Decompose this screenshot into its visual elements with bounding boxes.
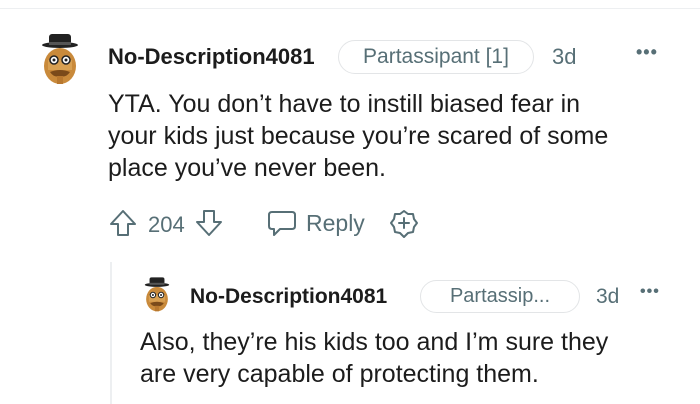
reply-username[interactable]: No-Description4081 [190,285,387,309]
user-flair: Partassipant [1] [338,40,534,74]
reply-label: Reply [306,209,365,236]
top-divider [0,8,700,9]
vote-count: 204 [148,212,185,238]
reply-body-line: are very capable of protecting them. [140,360,539,388]
downvote-icon [194,208,224,238]
award-button[interactable] [388,208,420,240]
reply-more-options-button[interactable]: ••• [640,283,660,301]
reply-icon [266,208,298,238]
upvote-icon [108,208,138,238]
downvote-button[interactable] [194,208,224,238]
thread-line[interactable] [110,262,112,404]
avatar[interactable] [36,32,84,88]
upvote-button[interactable] [108,208,138,238]
comment-body-line: place you’ve never been. [108,154,386,182]
award-icon [388,208,420,240]
comment-body: YTA. You don’t have to instill biased fe… [108,88,608,184]
comment-body-line: YTA. You don’t have to instill biased fe… [108,90,581,118]
timestamp[interactable]: 3d [552,44,576,70]
username[interactable]: No-Description4081 [108,44,315,70]
comment-body-line: your kids just because you’re scared of … [108,122,609,150]
vote-count-label: 204 [148,212,185,237]
reply-user-flair: Partassip... [420,280,580,313]
reply-avatar[interactable] [140,276,174,314]
reply-body-line: Also, they’re his kids too and I’m sure … [140,328,609,356]
more-options-button[interactable]: ••• [636,42,658,63]
reply-button[interactable]: Reply [266,208,365,238]
reply-timestamp[interactable]: 3d [596,285,619,309]
avatar-icon [42,34,78,84]
avatar-icon [144,277,170,312]
reply-body: Also, they’re his kids too and I’m sure … [140,326,608,390]
more-icon: ••• [636,42,658,62]
more-icon: ••• [640,283,660,300]
